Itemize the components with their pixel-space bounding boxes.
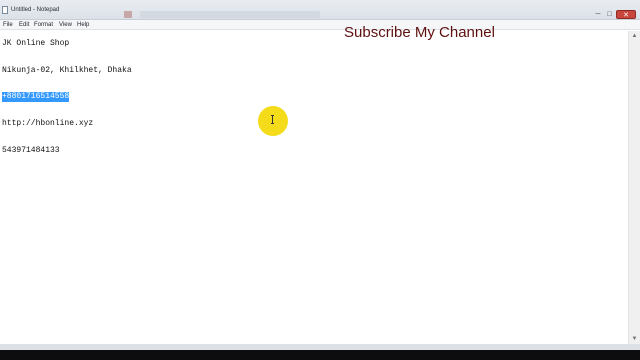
text-line-shop-name[interactable]: JK Online Shop xyxy=(2,39,69,49)
maximize-button[interactable]: □ xyxy=(604,10,615,19)
vertical-scrollbar[interactable]: ▲ ▼ xyxy=(628,31,640,344)
screen: Untitled - Notepad ─ □ ✕ File Edit Forma… xyxy=(0,0,640,360)
blurred-tab xyxy=(124,11,132,18)
minimize-button[interactable]: ─ xyxy=(592,10,604,19)
cursor-highlight xyxy=(258,106,288,136)
text-editor-area[interactable]: JK Online Shop Nikunja-02, Khilkhet, Dha… xyxy=(0,31,628,344)
text-line-address[interactable]: Nikunja-02, Khilkhet, Dhaka xyxy=(2,66,132,76)
title-bar[interactable]: Untitled - Notepad ─ □ ✕ xyxy=(0,0,640,20)
close-button[interactable]: ✕ xyxy=(616,10,636,19)
menu-bar: File Edit Format View Help xyxy=(0,20,640,30)
menu-item-help[interactable]: Help xyxy=(77,21,89,29)
menu-item-view[interactable]: View xyxy=(59,21,72,29)
text-cursor-icon xyxy=(271,115,274,124)
subscribe-overlay-text: Subscribe My Channel xyxy=(344,24,495,41)
text-line-website[interactable]: http://hbonline.xyz xyxy=(2,119,93,129)
taskbar xyxy=(0,350,640,360)
menu-item-format[interactable]: Format xyxy=(34,21,53,29)
menu-item-file[interactable]: File xyxy=(3,21,13,29)
window-title: Untitled - Notepad xyxy=(11,7,60,13)
text-line-phone-selected[interactable]: +8801716514558 xyxy=(2,92,70,102)
blurred-tab xyxy=(140,11,320,18)
notepad-icon xyxy=(2,6,8,14)
text-line-number[interactable]: 543971484133 xyxy=(2,146,60,156)
scroll-down-icon[interactable]: ▼ xyxy=(629,334,640,344)
scroll-up-icon[interactable]: ▲ xyxy=(629,31,640,41)
menu-item-edit[interactable]: Edit xyxy=(19,21,29,29)
